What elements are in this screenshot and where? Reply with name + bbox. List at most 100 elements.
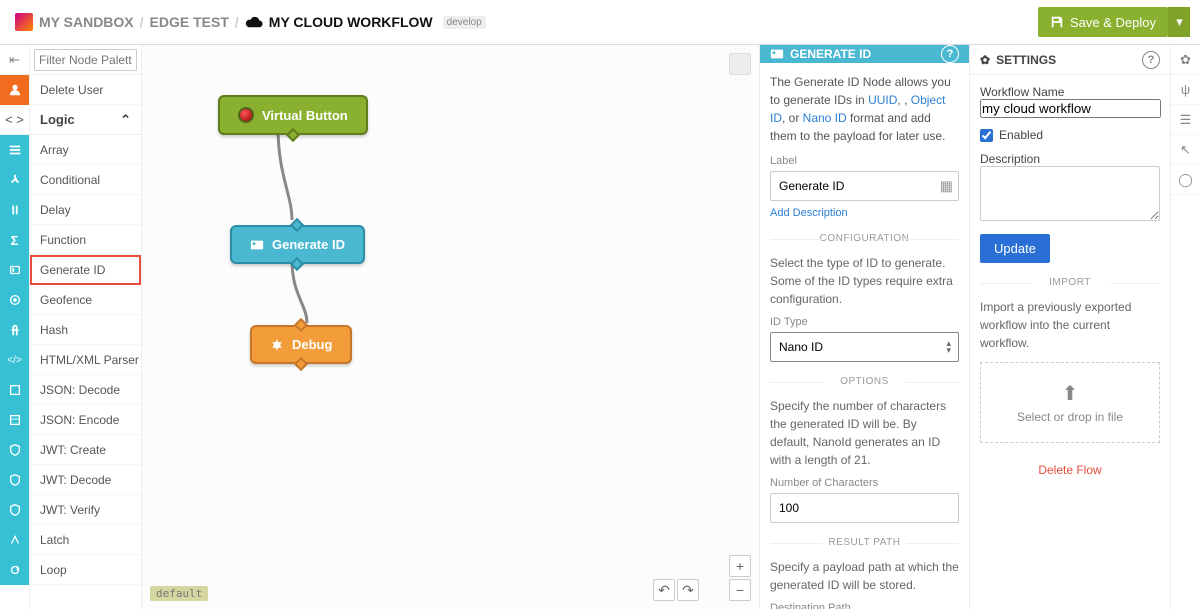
palette-item[interactable]: JSON: Encode (30, 405, 141, 435)
palette-item[interactable]: Loop (30, 555, 141, 585)
id-card-icon (250, 238, 264, 252)
palette-item-delete-user[interactable]: Delete User (30, 75, 141, 105)
upload-icon: ⬆ (991, 381, 1149, 406)
port-out[interactable] (290, 257, 304, 271)
palette-item[interactable]: Delay (30, 195, 141, 225)
storage-icon[interactable]: ☰ (1171, 105, 1200, 135)
workflow-canvas[interactable]: Virtual Button Generate ID Debug default… (142, 45, 760, 609)
jwt-create-icon[interactable] (0, 435, 29, 465)
user-category-icon[interactable] (0, 75, 29, 105)
jwt-decode-icon[interactable] (0, 465, 29, 495)
node-description: The Generate ID Node allows you to gener… (770, 73, 959, 145)
palette-item[interactable]: JWT: Verify (30, 495, 141, 525)
loop-icon[interactable] (0, 555, 29, 585)
uuid-link[interactable]: UUID (868, 93, 897, 107)
cloud-icon (245, 15, 263, 29)
enabled-checkbox[interactable] (980, 129, 993, 142)
palette-item[interactable]: Hash (30, 315, 141, 345)
numchars-label: Number of Characters (770, 477, 959, 489)
import-dropzone[interactable]: ⬆ Select or drop in file (980, 362, 1160, 443)
import-divider: IMPORT (980, 277, 1160, 288)
node-generate-id[interactable]: Generate ID (230, 225, 365, 264)
palette-item[interactable]: Conditional (30, 165, 141, 195)
palette-group-logic[interactable]: Logic⌃ (30, 105, 141, 135)
crumb-edge[interactable]: EDGE TEST (150, 14, 229, 30)
palette-item[interactable]: JSON: Decode (30, 375, 141, 405)
array-icon[interactable] (0, 135, 29, 165)
add-description-link[interactable]: Add Description (770, 207, 848, 219)
id-card-icon (770, 47, 784, 61)
node-virtual-button[interactable]: Virtual Button (218, 95, 368, 135)
branch-tag[interactable]: develop (443, 16, 486, 29)
palette-item[interactable]: JWT: Create (30, 435, 141, 465)
palette-item[interactable]: HTML/XML Parser (30, 345, 141, 375)
node-debug[interactable]: Debug (250, 325, 352, 364)
palette-item[interactable]: Geofence (30, 285, 141, 315)
palette-item[interactable]: JWT: Decode (30, 465, 141, 495)
chevron-up-icon: ⌃ (120, 112, 131, 128)
redo-button[interactable]: ↷ (677, 579, 699, 601)
palette-item[interactable]: Array (30, 135, 141, 165)
palette-item-generate-id[interactable]: Generate ID (30, 255, 141, 285)
node-palette: Delete User Logic⌃ Array Conditional Del… (30, 45, 142, 609)
collapse-palette-icon[interactable]: ⇤ (0, 45, 29, 75)
cursor-icon[interactable]: ↖ (1171, 135, 1200, 165)
workflow-name-label: Workflow Name (980, 85, 1064, 99)
numchars-input[interactable] (770, 493, 959, 523)
save-deploy-button[interactable]: Save & Deploy (1038, 7, 1168, 37)
port-in[interactable] (294, 318, 308, 332)
function-icon[interactable]: Σ (0, 225, 29, 255)
jwt-verify-icon[interactable] (0, 495, 29, 525)
label-input[interactable] (770, 171, 959, 201)
template-icon[interactable]: ▦ (940, 178, 953, 195)
workflow-name-input[interactable] (980, 99, 1161, 118)
palette-item[interactable]: Latch (30, 525, 141, 555)
panel-title: GENERATE ID (790, 47, 871, 61)
conditional-icon[interactable] (0, 165, 29, 195)
description-label: Description (980, 152, 1040, 166)
palette-item[interactable]: Function (30, 225, 141, 255)
json-encode-icon[interactable] (0, 405, 29, 435)
help-icon[interactable]: ? (941, 45, 959, 63)
resultpath-divider: RESULT PATH (770, 537, 959, 548)
globe-icon[interactable]: ◯ (1171, 165, 1200, 195)
delete-flow-link[interactable]: Delete Flow (980, 463, 1160, 477)
html-parser-icon[interactable]: </> (0, 345, 29, 375)
org-avatar[interactable] (15, 13, 33, 31)
zoom-out-button[interactable]: − (729, 579, 751, 601)
minimap-toggle[interactable] (729, 53, 751, 75)
destpath-label: Destination Path (770, 602, 959, 609)
select-arrows-icon: ▴▾ (946, 340, 951, 354)
nanoid-link[interactable]: Nano ID (803, 111, 847, 125)
deploy-dropdown[interactable]: ▾ (1168, 7, 1190, 37)
json-decode-icon[interactable] (0, 375, 29, 405)
settings-panel: ✿ SETTINGS ? Workflow Name Enabled Descr… (970, 45, 1170, 609)
crumb-sandbox[interactable]: MY SANDBOX (39, 14, 134, 30)
port-out[interactable] (294, 357, 308, 371)
delay-icon[interactable] (0, 195, 29, 225)
branch-icon[interactable]: ψ (1171, 75, 1200, 105)
generate-id-icon[interactable] (0, 255, 29, 285)
default-badge: default (150, 586, 208, 601)
geofence-icon[interactable] (0, 285, 29, 315)
undo-button[interactable]: ↶ (653, 579, 675, 601)
latch-icon[interactable] (0, 525, 29, 555)
hash-icon[interactable] (0, 315, 29, 345)
options-divider: OPTIONS (770, 376, 959, 387)
crumb-workflow[interactable]: MY CLOUD WORKFLOW (269, 14, 433, 30)
breadcrumb: MY SANDBOX / EDGE TEST / MY CLOUD WORKFL… (15, 13, 486, 31)
update-button[interactable]: Update (980, 234, 1050, 263)
palette-icon-rail: ⇤ < > Σ </> (0, 45, 30, 609)
port-in[interactable] (290, 218, 304, 232)
label-field-label: Label (770, 155, 959, 167)
description-textarea[interactable] (980, 166, 1160, 221)
zoom-in-button[interactable]: + (729, 555, 751, 577)
logic-category-icon[interactable]: < > (0, 105, 29, 135)
bug-icon (270, 338, 284, 352)
port-out[interactable] (286, 128, 300, 142)
idtype-select[interactable] (770, 332, 959, 362)
virtual-button-icon (238, 107, 254, 123)
palette-search-input[interactable] (34, 49, 137, 71)
gear-icon[interactable]: ✿ (1171, 45, 1200, 75)
help-icon[interactable]: ? (1142, 51, 1160, 69)
